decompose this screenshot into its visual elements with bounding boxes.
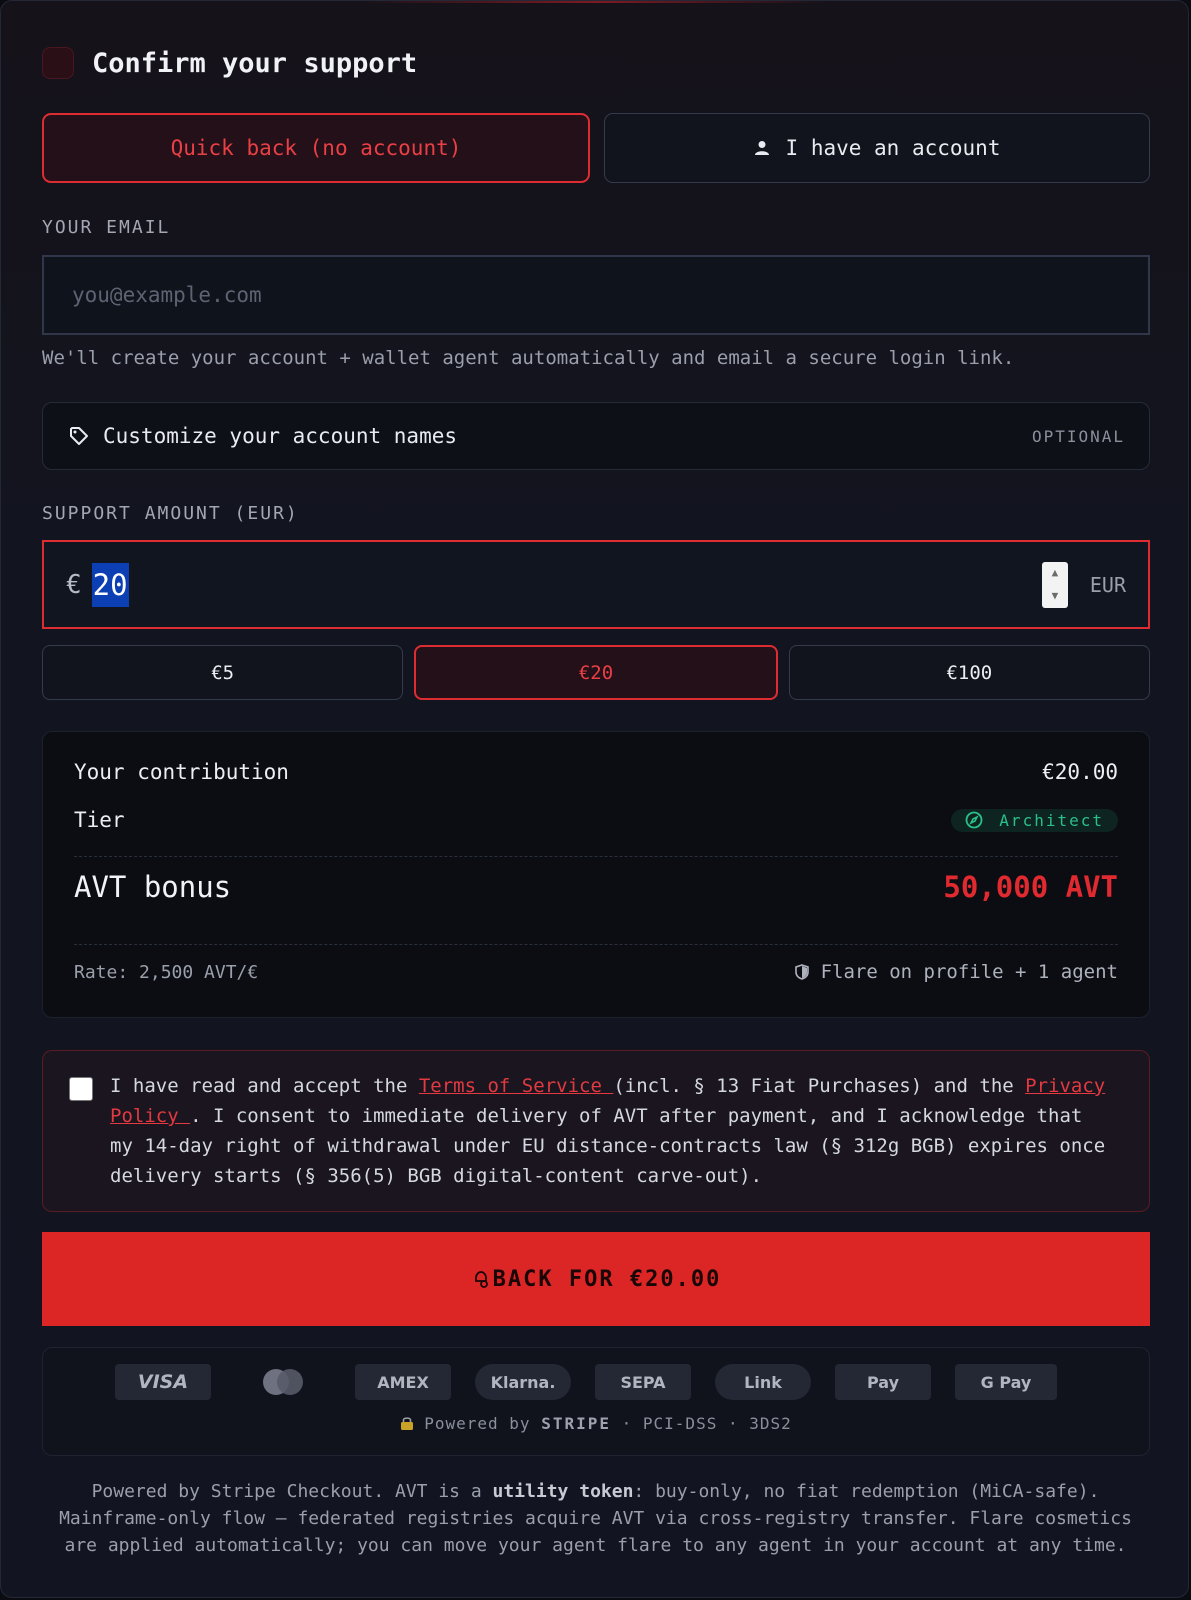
footnote-bold: utility token [492,1481,634,1502]
currency-symbol: € [66,569,82,600]
footnote-part: : buy-only, no fiat redemption (MiCA-saf… [633,1481,1100,1502]
footnote-line-1: Powered by Stripe Checkout. AVT is a uti… [1,1478,1188,1505]
rocket-icon [474,1271,488,1288]
optional-badge: OPTIONAL [1031,426,1125,446]
back-button[interactable]: BACK FOR €20.00 [42,1232,1150,1326]
consent-part: I have read and accept the [110,1075,419,1097]
top-accent-line [357,1,832,3]
powered-prefix: Powered by [424,1414,542,1433]
tier-row: Tier Architect [74,808,1118,832]
mastercard-logo [259,1364,307,1400]
google-pay-logo: G Pay [955,1364,1057,1400]
contribution-row: Your contribution €20.00 [74,760,1118,784]
divider [74,856,1118,857]
visa-logo: VISA [115,1364,211,1400]
page-title: Confirm your support [92,47,418,79]
flare-info: Flare on profile + 1 agent [794,961,1118,983]
account-tab[interactable]: I have an account [604,113,1150,183]
amount-stepper[interactable]: ▲ ▼ [1041,561,1068,608]
mode-toggle: Quick back (no account) I have an accoun… [42,113,1150,183]
tier-value: Architect [999,810,1104,830]
amount-presets: €5 €20 €100 [42,645,1150,700]
divider [74,944,1118,945]
account-label: I have an account [785,136,1001,160]
quick-back-label: Quick back (no account) [170,136,462,160]
header: Confirm your support [42,47,417,79]
amount-value: 20 [91,562,129,607]
preset-100-button[interactable]: €100 [788,645,1150,700]
terms-link[interactable]: Terms of Service [419,1075,613,1097]
email-label: YOUR EMAIL [42,217,171,238]
sepa-logo: SEPA [595,1364,691,1400]
bonus-label: AVT bonus [74,870,232,904]
bonus-value: 50,000 AVT [943,870,1118,904]
currency-unit: EUR [1089,572,1126,597]
klarna-logo: Klarna. [475,1364,571,1400]
email-helper-text: We'll create your account + wallet agent… [42,347,1015,369]
amex-logo: AMEX [355,1364,451,1400]
rate-text: Rate: 2,500 AVT/€ [74,961,259,983]
footnote: Powered by Stripe Checkout. AVT is a uti… [1,1478,1188,1559]
apple-pay-logo: Pay [835,1364,931,1400]
amount-input[interactable]: € 20 ▲ ▼ EUR [42,540,1150,629]
user-icon [754,141,769,155]
footnote-line-3: are applied automatically; you can move … [64,1535,1127,1556]
preset-20-button[interactable]: €20 [414,645,778,700]
contribution-summary: Your contribution €20.00 Tier Architect … [42,731,1150,1018]
footnote-line-2: Mainframe-only flow — federated registri… [59,1508,1132,1529]
compass-icon [965,811,983,829]
tier-badge: Architect [951,808,1118,832]
back-button-label: BACK FOR €20.00 [492,1266,722,1292]
contribution-value: €20.00 [1042,760,1118,784]
flare-text: Flare on profile + 1 agent [820,961,1118,983]
tier-label: Tier [74,808,125,832]
consent-text: I have read and accept the Terms of Serv… [110,1071,1110,1191]
consent-part: (incl. § 13 Fiat Purchases) and the [613,1075,1026,1097]
customize-names-toggle[interactable]: Customize your account names OPTIONAL [42,402,1150,470]
footnote-part: Powered by Stripe Checkout. AVT is a [91,1481,493,1502]
consent-box: I have read and accept the Terms of Serv… [42,1050,1150,1212]
rate-row: Rate: 2,500 AVT/€ Flare on profile + 1 a… [74,961,1118,983]
mastercard-icon [263,1369,303,1395]
bonus-row: AVT bonus 50,000 AVT [74,870,1118,904]
checkout-panel: Confirm your support Quick back (no acco… [0,0,1189,1598]
lock-icon [401,1417,414,1430]
email-input[interactable] [42,255,1150,335]
contribution-label: Your contribution [74,760,289,784]
link-logo: Link [715,1364,811,1400]
tag-icon [70,427,88,445]
powered-by: Powered by STRIPE · PCI-DSS · 3DS2 [43,1414,1149,1433]
stepper-up-icon[interactable]: ▲ [1052,567,1059,579]
consent-part: . I consent to immediate delivery of AVT… [110,1105,1106,1187]
payment-methods: VISA AMEX Klarna. SEPA Link Pay G Pay Po… [42,1347,1150,1456]
stepper-down-icon[interactable]: ▼ [1052,590,1059,602]
consent-checkbox[interactable] [69,1077,93,1101]
header-badge-icon [42,47,74,79]
stripe-brand: STRIPE [541,1414,611,1433]
quick-back-tab[interactable]: Quick back (no account) [42,113,590,183]
customize-label: Customize your account names [103,424,458,448]
amount-label: SUPPORT AMOUNT (EUR) [42,503,299,524]
preset-5-button[interactable]: €5 [42,645,404,700]
powered-suffix: · PCI-DSS · 3DS2 [611,1414,792,1433]
shield-icon [794,964,809,980]
